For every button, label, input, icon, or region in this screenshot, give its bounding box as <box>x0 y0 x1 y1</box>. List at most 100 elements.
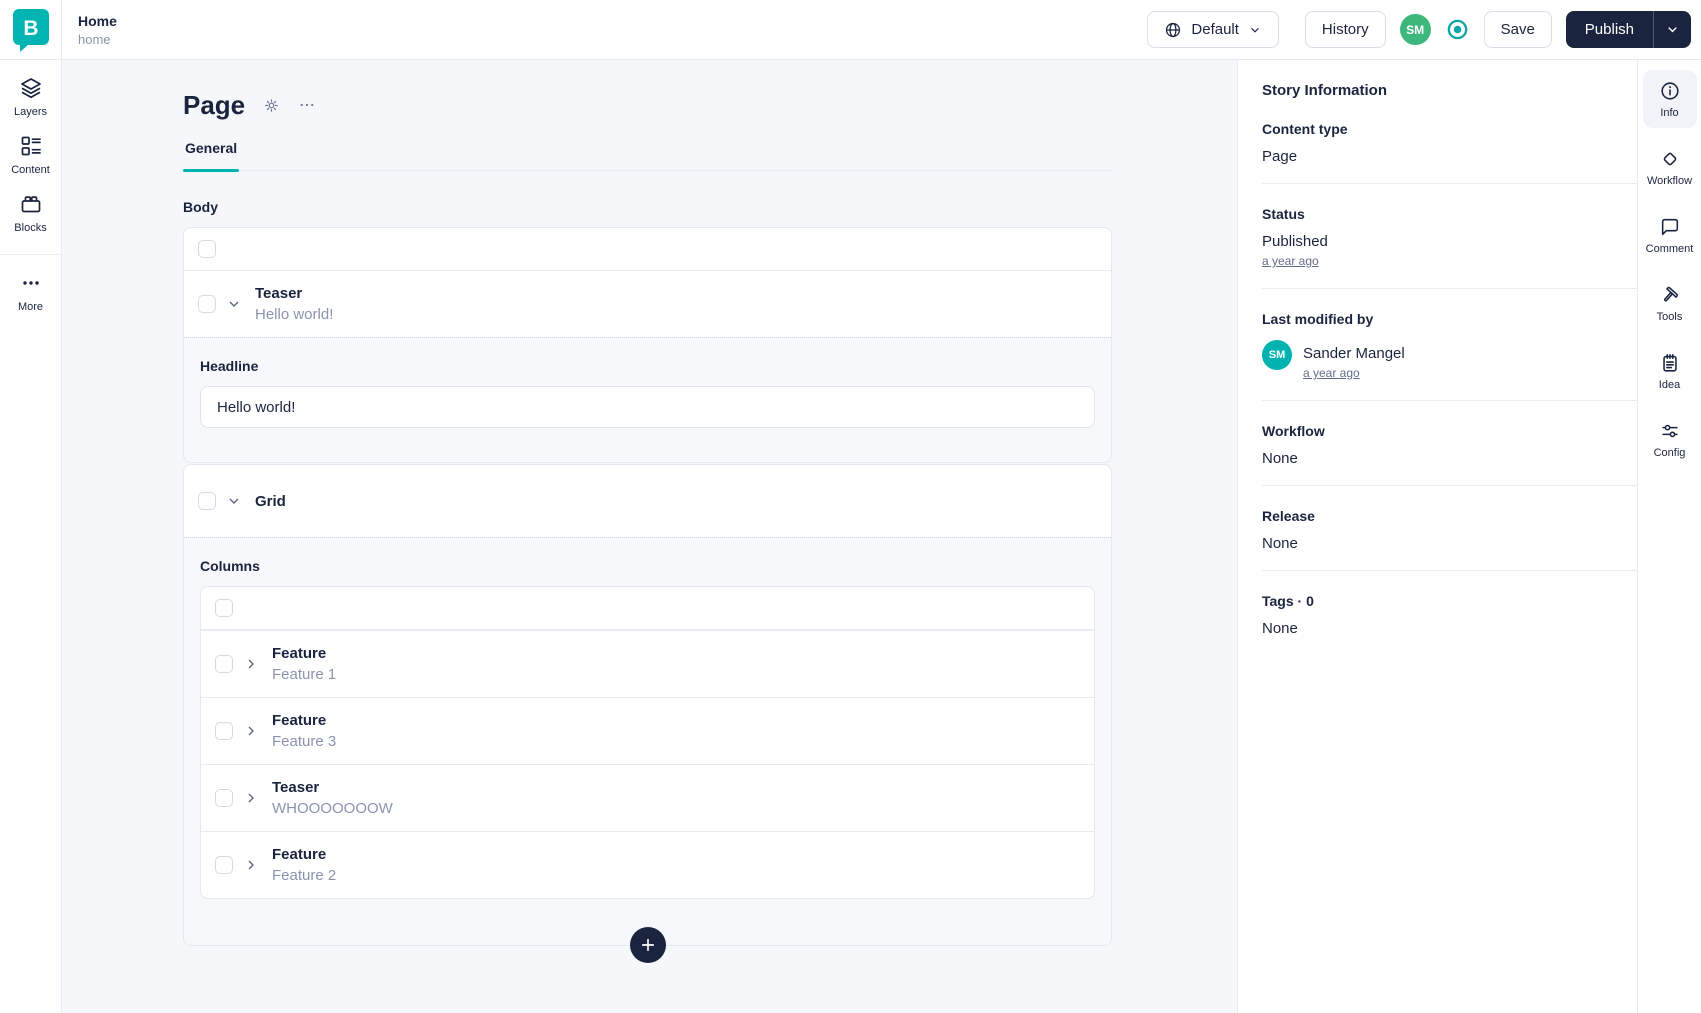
chevron-right-icon[interactable] <box>243 723 259 739</box>
block-row-feature-2[interactable]: Feature Feature 2 <box>201 831 1094 898</box>
editor-tabs: General <box>183 140 1112 172</box>
headline-input[interactable] <box>200 386 1095 428</box>
block-checkbox[interactable] <box>215 856 233 874</box>
language-selector[interactable]: Default <box>1147 11 1279 48</box>
rail-item-info[interactable]: Info <box>1642 70 1697 128</box>
editor-main: Page General Body Teaser Hello world! He… <box>62 60 1237 1013</box>
publish-button[interactable]: Publish <box>1566 11 1653 48</box>
grid-expanded-section: Columns Feature Feature 1 Feature Featur… <box>184 537 1111 945</box>
rail-item-label: Tools <box>1656 310 1683 323</box>
add-block-button[interactable] <box>629 927 666 963</box>
ellipsis-icon <box>300 103 314 107</box>
block-checkbox[interactable] <box>198 295 216 313</box>
chevron-right-icon[interactable] <box>243 790 259 806</box>
right-tool-rail: Info Workflow Comment Tools Idea Config <box>1637 60 1701 1013</box>
sidebar-item-content[interactable]: Content <box>0 134 61 176</box>
chevron-right-icon[interactable] <box>243 857 259 873</box>
block-row-teaser-whoow[interactable]: Teaser WHOOOOOOOW <box>201 764 1094 831</box>
page-title: Page <box>183 89 246 120</box>
blocks-select-all-row <box>184 228 1111 271</box>
teaser-expanded-section: Headline <box>184 337 1111 462</box>
chevron-right-icon[interactable] <box>243 656 259 672</box>
block-row-feature-3[interactable]: Feature Feature 3 <box>201 697 1094 764</box>
sidebar-item-label: Content <box>11 164 50 176</box>
tags-value: None <box>1262 620 1298 637</box>
chevron-down-icon <box>1251 27 1259 33</box>
block-checkbox[interactable] <box>215 789 233 807</box>
rail-item-label: Comment <box>1645 242 1694 255</box>
modifier-avatar: SM <box>1262 340 1292 370</box>
modified-time-link[interactable]: a year ago <box>1303 366 1360 380</box>
block-row-teaser[interactable]: Teaser Hello world! <box>184 271 1111 337</box>
sidebar-item-label: Layers <box>13 106 48 118</box>
rail-item-comment[interactable]: Comment <box>1643 206 1697 264</box>
rail-item-label: Config <box>1653 446 1686 459</box>
last-modified-label: Last modified by <box>1262 311 1374 327</box>
rail-item-label: Idea <box>1658 378 1681 391</box>
select-all-checkbox[interactable] <box>198 240 216 258</box>
block-type: Teaser <box>272 779 320 796</box>
topbar-actions: Default History SM Save Publish <box>1147 11 1701 48</box>
block-type: Grid <box>255 492 286 510</box>
sidebar-item-blocks[interactable]: Blocks <box>0 192 61 234</box>
sidebar-item-label: Blocks <box>14 222 47 234</box>
preview-toggle-icon[interactable] <box>1445 17 1470 42</box>
section-divider <box>1262 485 1637 486</box>
more-icon <box>22 281 39 285</box>
left-sidebar: Layers Content Blocks More <box>0 60 62 1013</box>
workflow-value: None <box>1262 450 1298 467</box>
svg-text:B: B <box>23 17 38 40</box>
rail-item-label: Info <box>1660 106 1679 119</box>
publish-options-button[interactable] <box>1653 11 1691 48</box>
sidebar-item-layers[interactable]: Layers <box>0 76 61 118</box>
block-row-feature-1[interactable]: Feature Feature 1 <box>201 630 1094 697</box>
select-all-checkbox[interactable] <box>215 599 233 617</box>
tab-general[interactable]: General <box>183 140 240 172</box>
block-preview: Hello world! <box>255 306 334 323</box>
story-slug: home <box>78 31 111 47</box>
globe-icon <box>1166 22 1181 37</box>
section-divider <box>1262 570 1637 571</box>
blocks-icon <box>21 196 40 213</box>
block-preview: WHOOOOOOOW <box>272 800 393 817</box>
app-body: Layers Content Blocks More Page General … <box>0 60 1701 1013</box>
save-button[interactable]: Save <box>1483 11 1552 48</box>
page-options-button[interactable] <box>298 96 316 114</box>
rail-item-workflow[interactable]: Workflow <box>1643 138 1697 196</box>
columns-select-all-row <box>201 587 1094 630</box>
block-row-grid[interactable]: Grid <box>184 465 1111 537</box>
section-divider <box>1262 183 1637 184</box>
storyblok-logo-icon: B <box>12 8 49 52</box>
comment-icon <box>1661 218 1678 235</box>
gear-icon <box>265 98 278 112</box>
save-label: Save <box>1500 21 1535 38</box>
content-type-value: Page <box>1262 148 1298 165</box>
sidebar-item-more[interactable]: More <box>0 271 61 313</box>
section-divider <box>1262 400 1637 401</box>
block-checkbox[interactable] <box>198 492 216 510</box>
block-type: Feature <box>272 645 327 662</box>
rail-item-idea[interactable]: Idea <box>1643 342 1697 400</box>
topbar: B Home home Default History SM Save Publ… <box>0 0 1701 60</box>
block-preview: Feature 1 <box>272 666 337 683</box>
app-logo-cell[interactable]: B <box>0 0 62 59</box>
workflow-icon <box>1663 152 1676 165</box>
user-avatar[interactable]: SM <box>1399 14 1431 45</box>
release-label: Release <box>1262 508 1315 524</box>
history-label: History <box>1321 21 1369 38</box>
rail-item-tools[interactable]: Tools <box>1643 274 1697 332</box>
tags-label: Tags · 0 <box>1262 593 1314 609</box>
columns-field-label: Columns <box>200 558 260 574</box>
chevron-down-icon[interactable] <box>226 296 242 312</box>
body-blocks-card: Teaser Hello world! Headline <box>183 227 1112 463</box>
rail-item-config[interactable]: Config <box>1643 410 1697 468</box>
published-time-link[interactable]: a year ago <box>1262 254 1319 268</box>
chevron-down-icon[interactable] <box>226 493 242 509</box>
modifier-name: Sander Mangel <box>1303 345 1405 362</box>
block-checkbox[interactable] <box>215 722 233 740</box>
history-button[interactable]: History <box>1304 11 1386 48</box>
language-label: Default <box>1191 21 1239 38</box>
idea-icon <box>1662 353 1677 372</box>
block-checkbox[interactable] <box>215 655 233 673</box>
content-type-settings-button[interactable] <box>263 97 280 114</box>
